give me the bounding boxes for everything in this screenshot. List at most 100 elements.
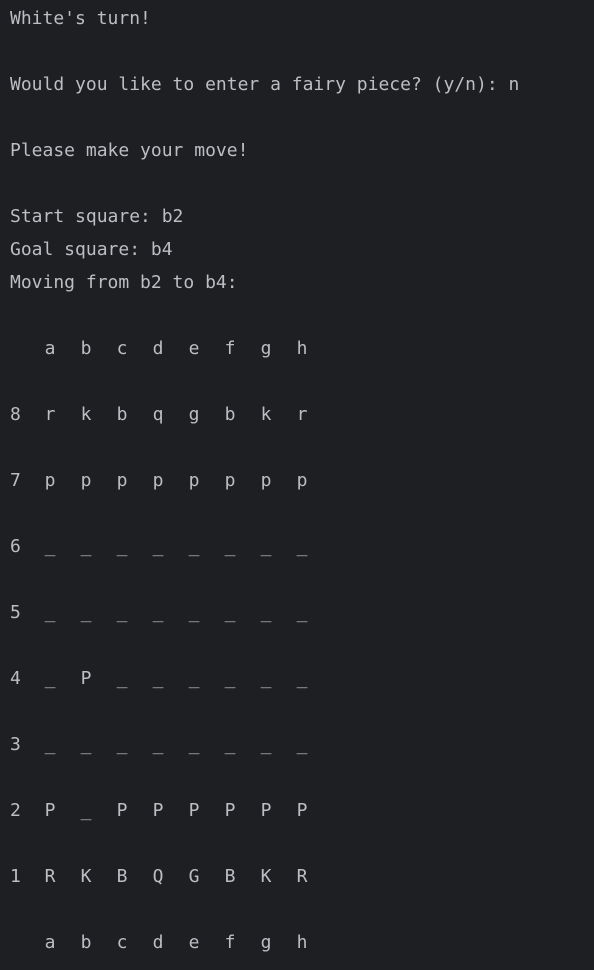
board-square-h5: _ xyxy=(296,602,308,623)
board-square-a2: P xyxy=(44,800,56,821)
board-square-f7: p xyxy=(224,470,236,491)
board-square-c5: _ xyxy=(116,602,128,623)
file-label-h: h xyxy=(296,932,308,953)
rank-label: 3 xyxy=(10,734,21,755)
file-label-c: c xyxy=(116,338,128,359)
file-label-f: f xyxy=(224,338,236,359)
rank-label: 2 xyxy=(10,800,21,821)
board-square-g6: _ xyxy=(260,536,272,557)
board-square-b3: _ xyxy=(80,734,92,755)
board-square-c1: B xyxy=(116,866,128,887)
console-output: White's turn! Would you like to enter a … xyxy=(0,0,594,970)
moving-message: Moving from b2 to b4: xyxy=(10,266,238,299)
board-square-g4: _ xyxy=(260,668,272,689)
board-square-b8: k xyxy=(80,404,92,425)
board-square-h4: _ xyxy=(296,668,308,689)
board-square-a3: _ xyxy=(44,734,56,755)
board-square-c7: p xyxy=(116,470,128,491)
board-square-e4: _ xyxy=(188,668,200,689)
board-square-a1: R xyxy=(44,866,56,887)
board-square-e5: _ xyxy=(188,602,200,623)
board-square-e3: _ xyxy=(188,734,200,755)
board-square-a6: _ xyxy=(44,536,56,557)
board-square-g1: K xyxy=(260,866,272,887)
board-square-b4: P xyxy=(80,668,92,689)
goal-square-input[interactable]: b4 xyxy=(151,239,173,260)
board-square-b1: K xyxy=(80,866,92,887)
board-square-d7: p xyxy=(152,470,164,491)
board-square-c2: P xyxy=(116,800,128,821)
board-square-d5: _ xyxy=(152,602,164,623)
file-label-f: f xyxy=(224,932,236,953)
file-label-d: d xyxy=(152,932,164,953)
file-label-g: g xyxy=(260,338,272,359)
file-label-g: g xyxy=(260,932,272,953)
rank-label: 4 xyxy=(10,668,21,689)
board-square-d8: q xyxy=(152,404,164,425)
board-square-g5: _ xyxy=(260,602,272,623)
board-square-d2: P xyxy=(152,800,164,821)
file-label-d: d xyxy=(152,338,164,359)
board-square-d4: _ xyxy=(152,668,164,689)
board-square-f6: _ xyxy=(224,536,236,557)
file-label-e: e xyxy=(188,932,200,953)
rank-label: 7 xyxy=(10,470,21,491)
board-square-h2: P xyxy=(296,800,308,821)
turn-text: White's turn! xyxy=(10,8,151,29)
board-square-h1: R xyxy=(296,866,308,887)
board-square-a8: r xyxy=(44,404,56,425)
board-square-a5: _ xyxy=(44,602,56,623)
board-square-f8: b xyxy=(224,404,236,425)
board-square-a4: _ xyxy=(44,668,56,689)
turn-message: White's turn! xyxy=(10,2,151,35)
file-label-b: b xyxy=(80,338,92,359)
rank-label: 8 xyxy=(10,404,21,425)
board-square-h8: r xyxy=(296,404,308,425)
board-square-e6: _ xyxy=(188,536,200,557)
board-square-c8: b xyxy=(116,404,128,425)
board-square-e1: G xyxy=(188,866,200,887)
board-square-g8: k xyxy=(260,404,272,425)
board-square-g3: _ xyxy=(260,734,272,755)
goal-square-line: Goal square: b4 xyxy=(10,233,173,266)
board-square-g2: P xyxy=(260,800,272,821)
board-square-b7: p xyxy=(80,470,92,491)
file-label-e: e xyxy=(188,338,200,359)
board-square-a7: p xyxy=(44,470,56,491)
board-square-f4: _ xyxy=(224,668,236,689)
board-square-g7: p xyxy=(260,470,272,491)
board-square-b6: _ xyxy=(80,536,92,557)
board-square-f2: P xyxy=(224,800,236,821)
rank-label: 6 xyxy=(10,536,21,557)
board-square-f1: B xyxy=(224,866,236,887)
board-square-d3: _ xyxy=(152,734,164,755)
board-square-e8: g xyxy=(188,404,200,425)
start-square-input[interactable]: b2 xyxy=(162,206,184,227)
board-square-h7: p xyxy=(296,470,308,491)
board-square-d1: Q xyxy=(152,866,164,887)
fairy-answer-input[interactable]: n xyxy=(509,74,520,95)
fairy-prompt-line: Would you like to enter a fairy piece? (… xyxy=(10,68,519,101)
file-label-a: a xyxy=(44,932,56,953)
board-square-h3: _ xyxy=(296,734,308,755)
goal-square-label: Goal square: xyxy=(10,239,151,260)
rank-label: 1 xyxy=(10,866,21,887)
board-square-d6: _ xyxy=(152,536,164,557)
board-square-h6: _ xyxy=(296,536,308,557)
board-square-b2: _ xyxy=(80,800,92,821)
board-square-e2: P xyxy=(188,800,200,821)
board-square-c4: _ xyxy=(116,668,128,689)
moving-text: Moving from b2 to b4: xyxy=(10,272,238,293)
file-label-b: b xyxy=(80,932,92,953)
board-square-e7: p xyxy=(188,470,200,491)
board-square-c3: _ xyxy=(116,734,128,755)
start-square-label: Start square: xyxy=(10,206,162,227)
fairy-prompt-text: Would you like to enter a fairy piece? (… xyxy=(10,74,509,95)
file-label-a: a xyxy=(44,338,56,359)
move-prompt-text: Please make your move! xyxy=(10,140,249,161)
rank-label: 5 xyxy=(10,602,21,623)
board-square-f5: _ xyxy=(224,602,236,623)
file-label-c: c xyxy=(116,932,128,953)
board-square-b5: _ xyxy=(80,602,92,623)
board-square-c6: _ xyxy=(116,536,128,557)
